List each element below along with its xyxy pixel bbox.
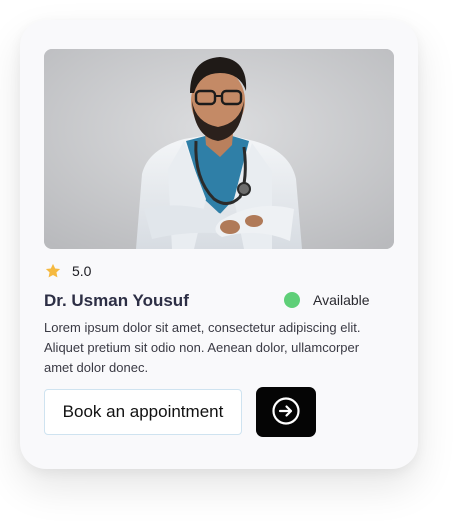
rating-value: 5.0 [72,263,92,279]
doctor-photo [44,49,394,249]
status-label: Available [313,292,370,308]
status-dot-icon [284,292,300,308]
availability-status: Available [284,291,370,309]
arrow-right-circle-icon [271,396,301,429]
star-icon [44,262,62,280]
go-button[interactable] [256,387,316,437]
doctor-description: Lorem ipsum dolor sit amet, consectetur … [44,320,361,375]
rating: 5.0 [44,262,91,280]
doctor-name: Dr. Usman Yousuf [44,291,189,310]
book-appointment-button[interactable]: Book an appointment [44,389,242,435]
doctor-portrait-image [44,49,394,249]
doctor-card: 5.0 Dr. Usman Yousuf Available Lorem ips… [20,20,418,469]
